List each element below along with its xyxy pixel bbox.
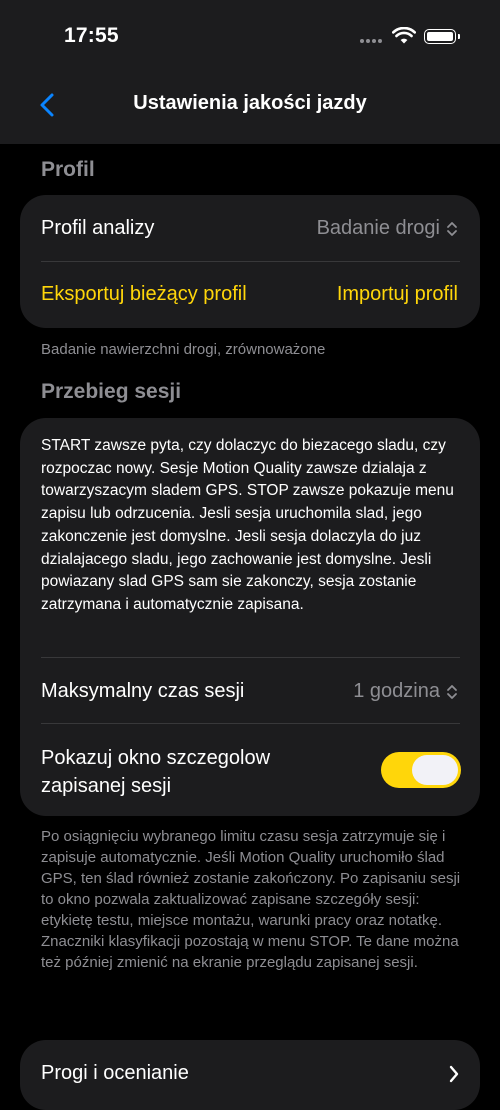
show-details-label-line1: Pokazuj okno szczegolow bbox=[41, 747, 271, 769]
thresholds-row[interactable]: Progi i ocenianie bbox=[20, 1040, 480, 1110]
section-header-session: Przebieg sesji bbox=[41, 380, 182, 403]
session-card: START zawsze pyta, czy dolaczyc do bieza… bbox=[20, 418, 480, 816]
analysis-profile-picker[interactable]: Badanie drogi bbox=[317, 217, 458, 240]
page-title: Ustawienia jakości jazdy bbox=[133, 92, 367, 114]
divider bbox=[41, 261, 460, 262]
analysis-profile-value: Badanie drogi bbox=[316, 217, 440, 239]
session-footer: Po osiągnięciu wybranego limitu czasu se… bbox=[41, 828, 461, 971]
cellular-signal-icon bbox=[360, 39, 382, 43]
session-description: START zawsze pyta, czy dolaczyc do bieza… bbox=[41, 437, 454, 613]
profile-footer: Badanie nawierzchni drogi, zrównoważone bbox=[41, 341, 326, 358]
thresholds-label: Progi i ocenianie bbox=[41, 1062, 189, 1084]
battery-icon bbox=[424, 29, 460, 44]
analysis-profile-row[interactable]: Profil analizy Badanie drogi bbox=[20, 195, 480, 261]
chevron-right-icon bbox=[449, 1065, 459, 1083]
show-details-label: Pokazuj okno szczegolow zapisanej sesji bbox=[41, 744, 270, 800]
export-profile-button[interactable]: Eksportuj bieżący profil bbox=[41, 283, 247, 306]
divider bbox=[41, 723, 460, 724]
max-session-time-value: 1 godzina bbox=[353, 680, 440, 702]
max-session-time-label: Maksymalny czas sesji bbox=[41, 680, 245, 702]
analysis-profile-label: Profil analizy bbox=[41, 217, 155, 239]
status-time: 17:55 bbox=[64, 24, 119, 47]
max-session-time-picker[interactable]: 1 godzina bbox=[353, 680, 458, 703]
status-bar: 17:55 bbox=[0, 0, 500, 70]
toggle-knob bbox=[412, 755, 458, 785]
show-details-label-line2: zapisanej sesji bbox=[41, 775, 172, 797]
show-details-toggle[interactable] bbox=[381, 752, 461, 788]
navigation-bar: Ustawienia jakości jazdy bbox=[0, 70, 500, 144]
chevron-up-down-icon bbox=[447, 684, 457, 699]
max-session-time-row[interactable]: Maksymalny czas sesji 1 godzina bbox=[20, 658, 480, 724]
chevron-up-down-icon bbox=[447, 221, 457, 236]
profile-card: Profil analizy Badanie drogi Eksportuj b… bbox=[20, 195, 480, 328]
section-header-profile: Profil bbox=[41, 158, 95, 181]
wifi-icon bbox=[392, 27, 416, 44]
import-profile-button[interactable]: Importuj profil bbox=[337, 283, 458, 306]
